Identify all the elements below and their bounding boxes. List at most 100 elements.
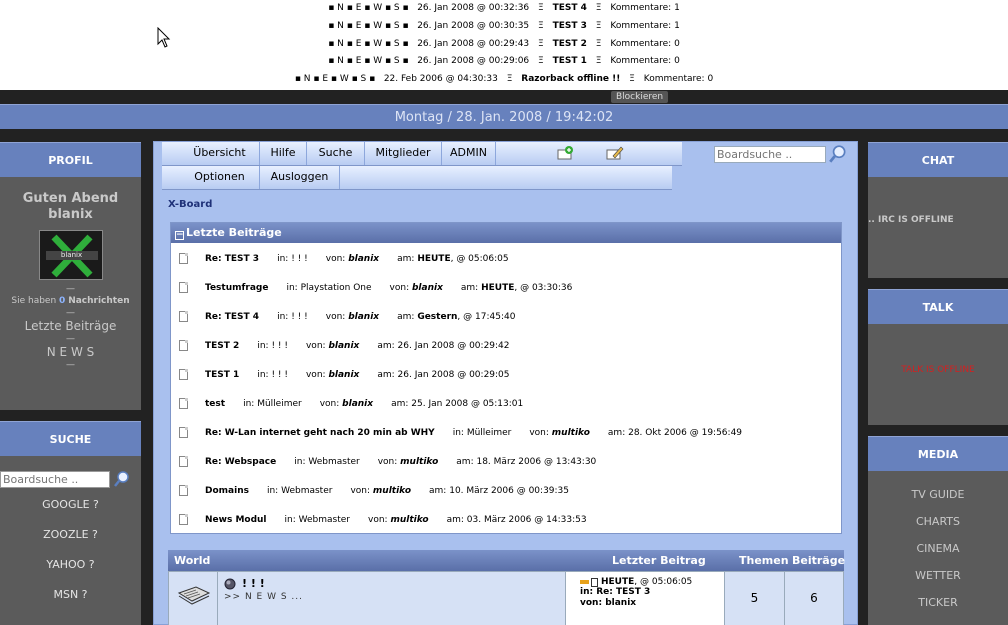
post-forum[interactable]: in: Playstation One: [286, 283, 371, 293]
post-title[interactable]: Re: W-Lan internet geht nach 20 min ab W…: [205, 428, 435, 438]
post-title[interactable]: Domains: [205, 486, 249, 496]
post-forum[interactable]: in: ! ! !: [257, 341, 288, 351]
post-title[interactable]: TEST 1: [205, 370, 239, 380]
latest-post-row[interactable]: TEST 1 in: ! ! ! von: blanix am: 26. Jan 20…: [179, 361, 510, 390]
charts-link[interactable]: CHARTS: [868, 508, 1008, 535]
latest-post-row[interactable]: Re: TEST 4 in: ! ! ! von: blanix am: Gester…: [179, 303, 515, 332]
post-author[interactable]: von: blanix: [320, 399, 373, 409]
ticker-title[interactable]: TEST 1: [553, 56, 587, 66]
tab-uebersicht[interactable]: Übersicht: [180, 142, 260, 165]
avatar[interactable]: blanix: [38, 230, 103, 280]
latest-post-row[interactable]: Re: Webspace in: Webmaster von: multiko am:…: [179, 448, 596, 477]
post-author[interactable]: von: multiko: [368, 515, 429, 525]
last-post-cell[interactable]: HEUTE, @ 05:06:05 in: Re: TEST 3 von: bl…: [566, 572, 725, 625]
ticker-title[interactable]: TEST 2: [553, 39, 587, 49]
post-title[interactable]: Re: TEST 4: [205, 312, 259, 322]
news-link[interactable]: N E W S: [0, 345, 141, 359]
zoozle-link[interactable]: ZOOZLE ?: [0, 520, 141, 550]
cinema-link[interactable]: CINEMA: [868, 535, 1008, 562]
latest-post-row[interactable]: Testumfrage in: Playstation One von: blani…: [179, 274, 572, 303]
last-post-user[interactable]: von: blanix: [580, 598, 724, 609]
post-title[interactable]: test: [205, 399, 225, 409]
forum-row[interactable]: ! ! ! >> N E W S ... HEUTE, @ 05:06:05 i…: [168, 571, 844, 625]
post-author[interactable]: von: blanix: [306, 341, 359, 351]
sidebar-search-input[interactable]: [0, 470, 110, 488]
ticker-title[interactable]: TEST 4: [553, 3, 587, 13]
breadcrumb[interactable]: X-Board: [168, 199, 212, 210]
tab-ausloggen[interactable]: Ausloggen: [260, 166, 340, 189]
edit-icon[interactable]: [605, 145, 625, 161]
post-forum[interactable]: in: ! ! !: [277, 254, 308, 264]
latest-post-row[interactable]: Domains in: Webmaster von: multiko am: 10. …: [179, 477, 569, 506]
post-title[interactable]: TEST 2: [205, 341, 239, 351]
ticker-comments[interactable]: Kommentare: 1: [610, 21, 679, 31]
tab-mitglieder[interactable]: Mitglieder: [365, 142, 442, 165]
tab-optionen[interactable]: Optionen: [180, 166, 260, 189]
ticker-comments[interactable]: Kommentare: 0: [610, 39, 679, 49]
last-post-thread[interactable]: in: Re: TEST 3: [580, 587, 724, 598]
post-date: am: 03. März 2006 @ 14:33:53: [447, 515, 587, 525]
ticker-link[interactable]: TICKER: [868, 589, 1008, 616]
latest-posts-link[interactable]: Letzte Beiträge: [0, 319, 141, 333]
latest-post-row[interactable]: Re: W-Lan internet geht nach 20 min ab W…: [179, 419, 742, 448]
msn-link[interactable]: MSN ?: [0, 580, 141, 610]
post-forum[interactable]: in: Webmaster: [285, 515, 350, 525]
post-date: am: 26. Jan 2008 @ 00:29:42: [377, 341, 509, 351]
world-title[interactable]: World: [174, 550, 210, 571]
tab-admin[interactable]: ADMIN: [442, 142, 496, 165]
new-topic-icon[interactable]: [556, 145, 576, 161]
post-author[interactable]: von: blanix: [326, 312, 379, 322]
post-author[interactable]: von: blanix: [390, 283, 443, 293]
collapse-icon[interactable]: −: [175, 231, 184, 240]
latest-post-row[interactable]: Re: TEST 3 in: ! ! ! von: blanix am: HEUTE,…: [179, 245, 509, 274]
post-author[interactable]: von: multiko: [529, 428, 590, 438]
latest-post-row[interactable]: test in: Mülleimer von: blanix am: 25. Jan …: [179, 390, 523, 419]
ticker-line[interactable]: ▪ N ▪ E ▪ W ▪ S ▪ 26. Jan 2008 @ 00:29:0…: [0, 52, 1008, 70]
board-search-input[interactable]: [714, 146, 826, 163]
forum-name[interactable]: ! ! !: [242, 577, 265, 590]
author-name: blanix: [328, 370, 360, 380]
post-title[interactable]: Re: TEST 3: [205, 254, 259, 264]
date-bold: Gestern: [417, 312, 458, 322]
messages-line[interactable]: Sie haben 0 Nachrichten: [0, 295, 141, 307]
wetter-link[interactable]: WETTER: [868, 562, 1008, 589]
post-author[interactable]: von: blanix: [306, 370, 359, 380]
latest-posts-header[interactable]: − Letzte Beiträge: [171, 223, 841, 243]
latest-post-row[interactable]: TEST 2 in: ! ! ! von: blanix am: 26. Jan 20…: [179, 332, 510, 361]
ticker-comments[interactable]: Kommentare: 0: [610, 56, 679, 66]
tab-suche[interactable]: Suche: [307, 142, 365, 165]
search-icon[interactable]: [828, 144, 848, 164]
post-forum[interactable]: in: ! ! !: [257, 370, 288, 380]
post-author[interactable]: von: blanix: [326, 254, 379, 264]
google-link[interactable]: GOOGLE ?: [0, 490, 141, 520]
post-forum[interactable]: in: ! ! !: [277, 312, 308, 322]
yahoo-link[interactable]: YAHOO ?: [0, 550, 141, 580]
tv-guide-link[interactable]: TV GUIDE: [868, 481, 1008, 508]
post-title[interactable]: News Modul: [205, 515, 267, 525]
ticker-title[interactable]: TEST 3: [553, 21, 587, 31]
ticker-line[interactable]: ▪ N ▪ E ▪ W ▪ S ▪ 26. Jan 2008 @ 00:30:3…: [0, 17, 1008, 35]
ticker-line[interactable]: ▪ N ▪ E ▪ W ▪ S ▪ 26. Jan 2008 @ 00:32:3…: [0, 0, 1008, 17]
post-forum[interactable]: in: Webmaster: [267, 486, 332, 496]
ticker-comments[interactable]: Kommentare: 1: [610, 3, 679, 13]
date-text: 26. Jan 2008 @ 00:29:05: [397, 370, 510, 380]
block-button[interactable]: Blockieren: [611, 91, 669, 103]
ticker-title[interactable]: Razorback offline !!: [521, 74, 620, 84]
post-title[interactable]: Re: Webspace: [205, 457, 276, 467]
latest-post-row[interactable]: News Modul in: Webmaster von: multiko am: 0…: [179, 506, 587, 535]
ticker-line[interactable]: ▪ N ▪ E ▪ W ▪ S ▪ 22. Feb 2006 @ 04:30:3…: [0, 70, 1008, 88]
post-author[interactable]: von: multiko: [350, 486, 411, 496]
post-forum[interactable]: in: Mülleimer: [453, 428, 512, 438]
post-forum[interactable]: in: Mülleimer: [243, 399, 302, 409]
ticker-line[interactable]: ▪ N ▪ E ▪ W ▪ S ▪ 26. Jan 2008 @ 00:29:4…: [0, 35, 1008, 53]
post-title[interactable]: Testumfrage: [205, 283, 268, 293]
forum-name: ! ! !: [291, 312, 308, 322]
post-forum[interactable]: in: Webmaster: [294, 457, 359, 467]
ticker-comments[interactable]: Kommentare: 0: [644, 74, 713, 84]
forum-name: Playstation One: [300, 283, 372, 293]
tab-hilfe[interactable]: Hilfe: [260, 142, 307, 165]
divider: —: [66, 334, 75, 344]
post-author[interactable]: von: multiko: [378, 457, 439, 467]
ticker-prefix: ▪ N ▪ E ▪ W ▪ S ▪: [328, 39, 409, 49]
search-icon[interactable]: [113, 470, 131, 488]
